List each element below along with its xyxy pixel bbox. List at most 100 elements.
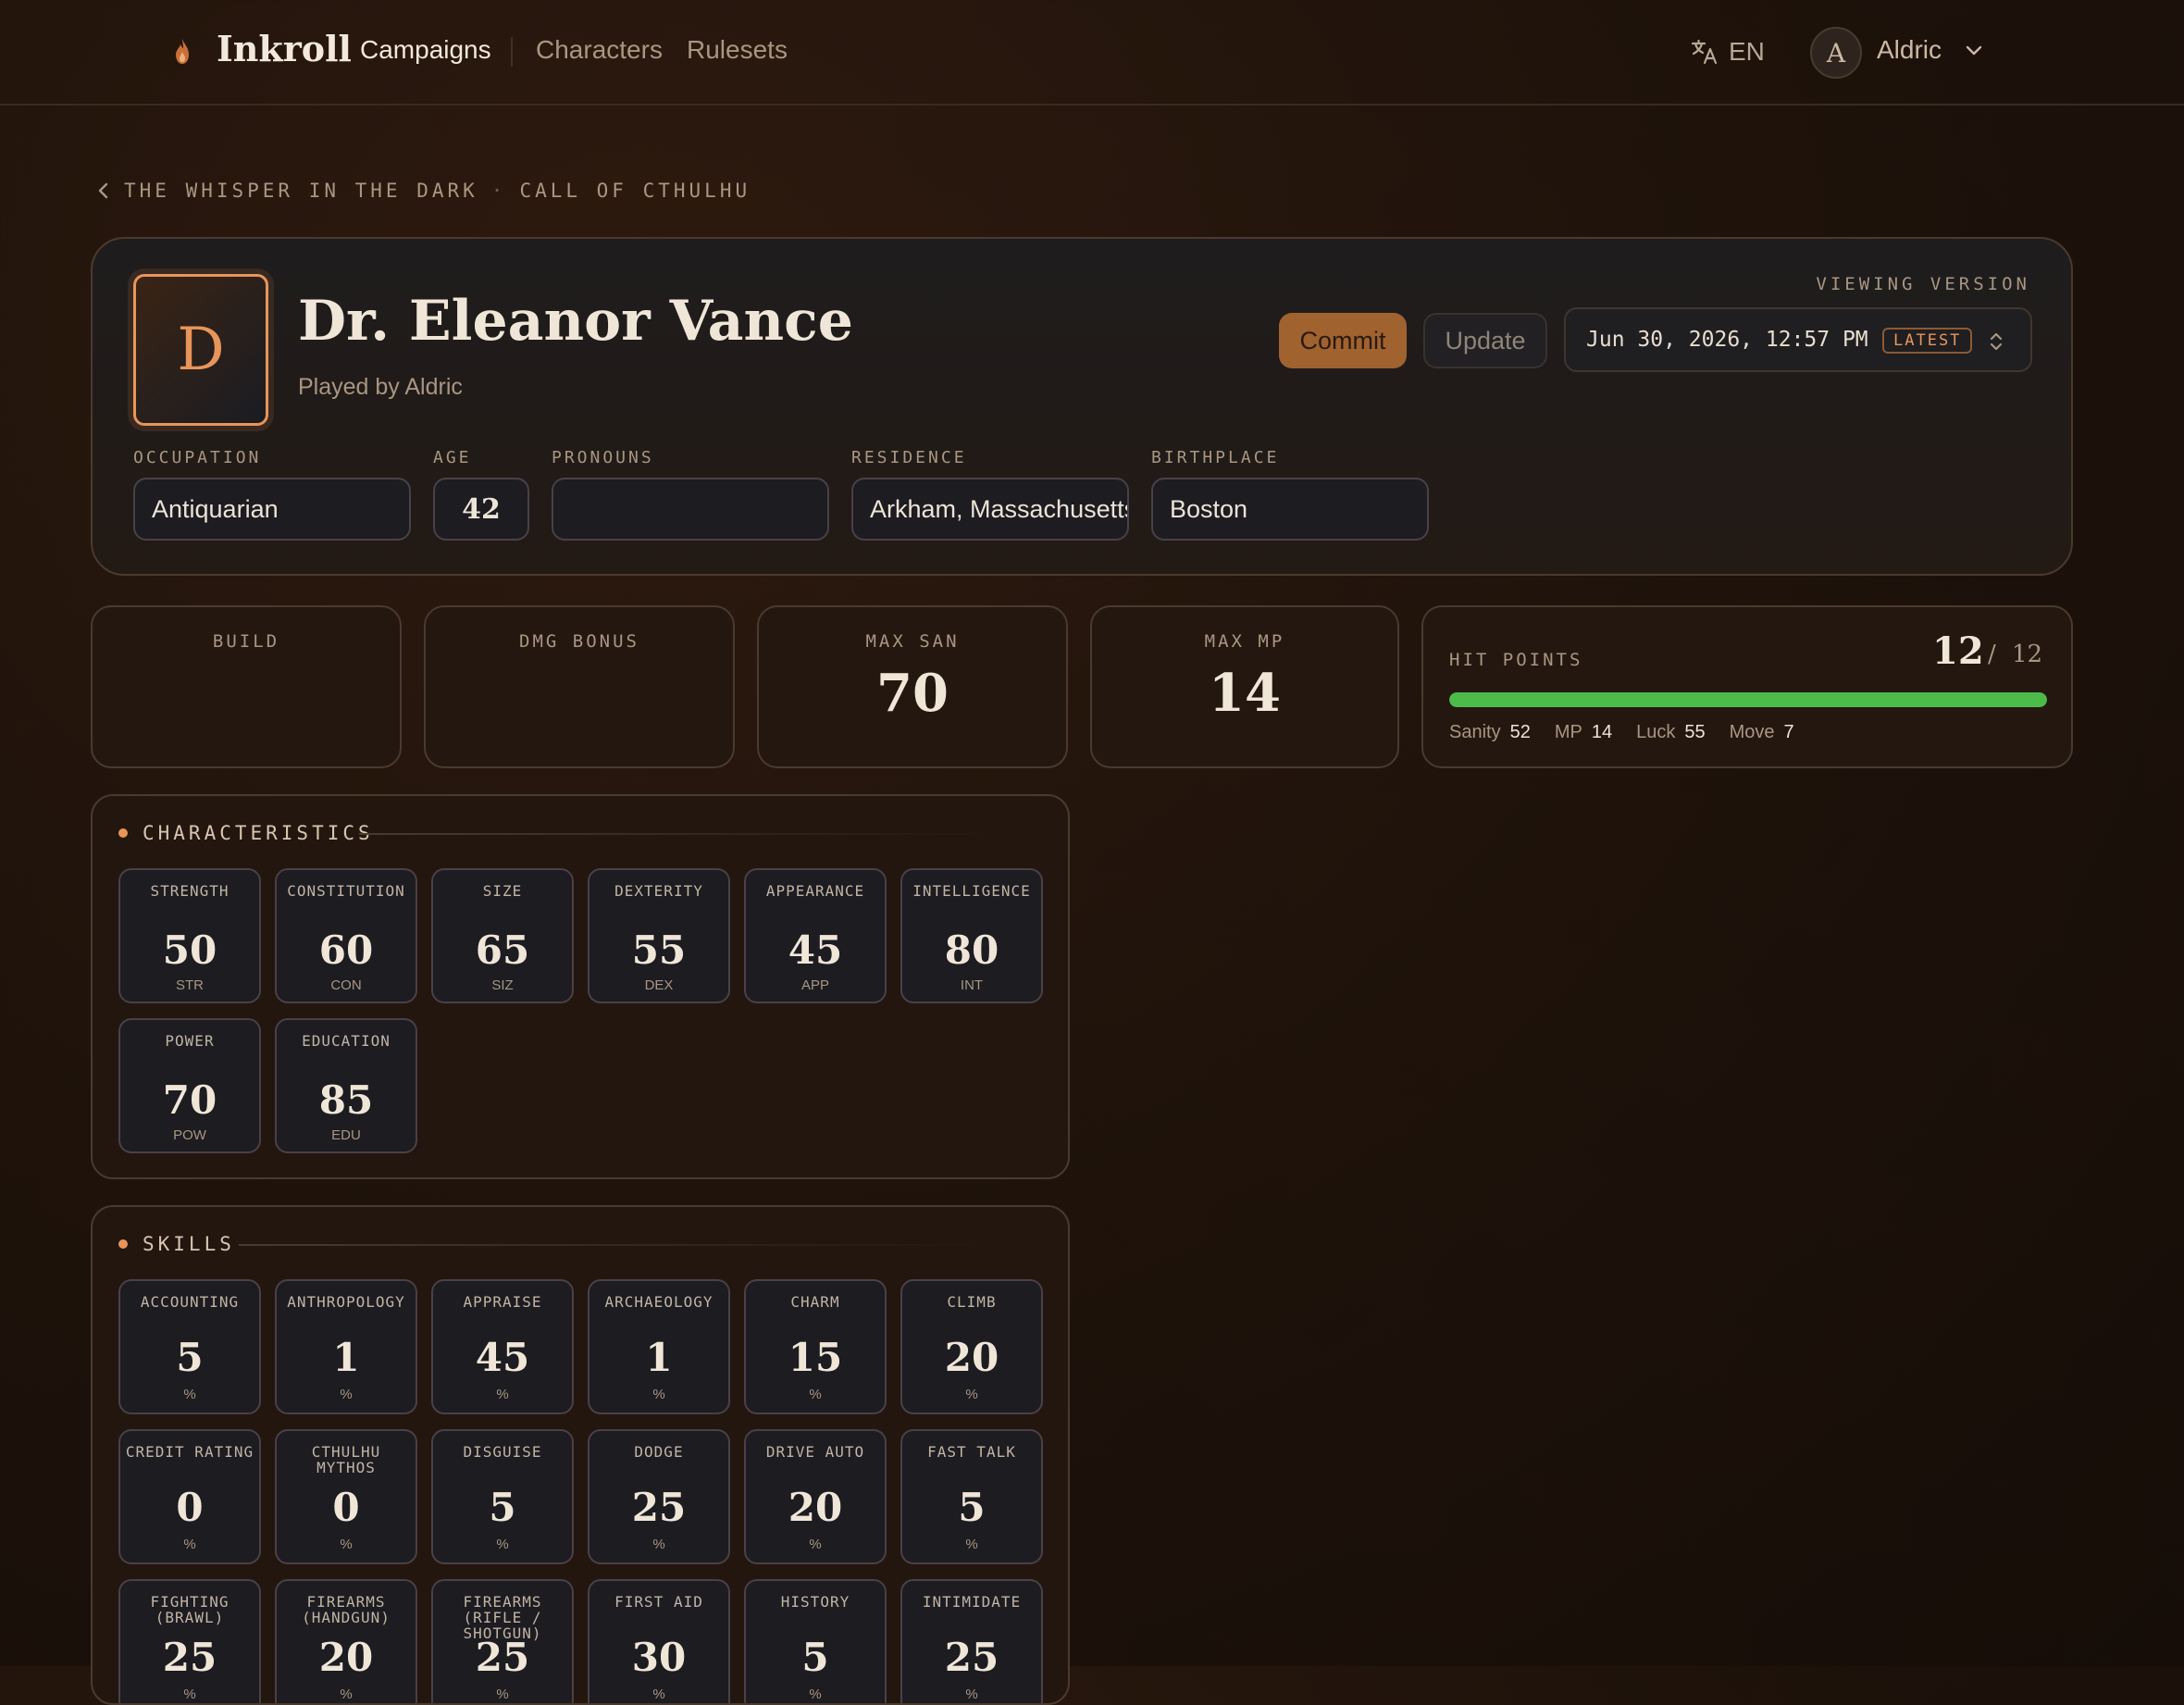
- skill-tile-archaeology[interactable]: ARCHAEOLOGY 1%: [588, 1279, 730, 1414]
- chevron-left-icon[interactable]: [96, 181, 111, 200]
- skill-tile-climb[interactable]: CLIMB 20%: [900, 1279, 1043, 1414]
- skill-value: 5: [801, 1635, 829, 1680]
- skill-tile-fast-talk[interactable]: FAST TALK 5%: [900, 1429, 1043, 1564]
- skill-tile-drive-auto[interactable]: DRIVE AUTO 20%: [744, 1429, 887, 1564]
- skill-tile-accounting[interactable]: ACCOUNTING 5%: [118, 1279, 261, 1414]
- skill-tile-intimidate[interactable]: INTIMIDATE 25%: [900, 1579, 1043, 1703]
- breadcrumb-system-link[interactable]: CALL OF CTHULHU: [519, 180, 751, 202]
- skill-tile-dodge[interactable]: DODGE 25%: [588, 1429, 730, 1564]
- characteristic-tile-str[interactable]: STRENGTH 50 STR: [118, 868, 261, 1003]
- skill-unit: %: [652, 1686, 665, 1702]
- characteristic-tile-pow[interactable]: POWER 70 POW: [118, 1018, 261, 1153]
- characteristic-abbr: POW: [173, 1127, 206, 1143]
- skill-tile-credit-rating[interactable]: CREDIT RATING 0%: [118, 1429, 261, 1564]
- birthplace-label: BIRTHPLACE: [1151, 448, 1280, 467]
- skill-value: 15: [788, 1335, 843, 1380]
- version-select[interactable]: Jun 30, 2026, 12:57 PM LATEST: [1564, 307, 2032, 372]
- skill-name: CLIMB: [947, 1293, 997, 1311]
- characteristic-value: 85: [318, 1077, 374, 1123]
- skill-tile-history[interactable]: HISTORY 5%: [744, 1579, 887, 1703]
- breadcrumb: THE WHISPER IN THE DARK · CALL OF CTHULH…: [96, 180, 751, 202]
- skill-value: 25: [944, 1635, 999, 1680]
- skill-name: CREDIT RATING: [125, 1443, 254, 1461]
- characteristic-tile-app[interactable]: APPEARANCE 45 APP: [744, 868, 887, 1003]
- nav-campaigns[interactable]: Campaigns: [360, 35, 491, 65]
- characteristic-tile-dex[interactable]: DEXTERITY 55 DEX: [588, 868, 730, 1003]
- skill-name: FIREARMS (HANDGUN): [302, 1593, 391, 1626]
- hit-points-bar-fill: [1449, 692, 2047, 707]
- up-down-chevron-icon: [1990, 332, 2003, 351]
- characteristic-name: INTELLIGENCE: [912, 882, 1031, 900]
- luck-label: Luck: [1636, 722, 1676, 742]
- build-card: BUILD: [91, 605, 402, 768]
- skills-header: SKILLS: [118, 1233, 235, 1255]
- chevron-down-icon[interactable]: [1962, 39, 1986, 63]
- user-menu-name[interactable]: Aldric: [1877, 35, 1942, 65]
- skill-tile-firearms-handgun[interactable]: FIREARMS (HANDGUN) 20%: [275, 1579, 417, 1703]
- brand-name[interactable]: Inkroll: [217, 28, 352, 69]
- characteristic-tile-con[interactable]: CONSTITUTION 60 CON: [275, 868, 417, 1003]
- skill-unit: %: [183, 1686, 196, 1702]
- skill-value: 0: [332, 1485, 360, 1530]
- character-portrait[interactable]: D: [133, 274, 268, 426]
- birthplace-field[interactable]: Boston: [1151, 478, 1429, 541]
- skill-unit: %: [496, 1686, 509, 1702]
- skill-tile-firearms-rifle-shotgun[interactable]: FIREARMS (RIFLE / SHOTGUN) 25%: [431, 1579, 574, 1703]
- skill-unit: %: [340, 1537, 353, 1552]
- max-sanity-label: MAX SAN: [865, 631, 960, 652]
- age-field[interactable]: 42: [433, 478, 529, 541]
- flame-icon[interactable]: [172, 37, 192, 67]
- skill-value: 1: [332, 1335, 360, 1380]
- nav-divider: [511, 37, 513, 67]
- skill-value: 0: [176, 1485, 204, 1530]
- skill-unit: %: [340, 1686, 353, 1702]
- nav-rulesets[interactable]: Rulesets: [687, 35, 788, 65]
- skill-unit: %: [652, 1387, 665, 1402]
- skill-tile-first-aid[interactable]: FIRST AID 30%: [588, 1579, 730, 1703]
- skill-tile-charm[interactable]: CHARM 15%: [744, 1279, 887, 1414]
- skill-value: 1: [645, 1335, 673, 1380]
- occupation-field[interactable]: Antiquarian: [133, 478, 411, 541]
- sanity-label: Sanity: [1449, 722, 1501, 742]
- skill-unit: %: [809, 1537, 822, 1552]
- nav-characters[interactable]: Characters: [536, 35, 663, 65]
- characteristic-name: EDUCATION: [302, 1032, 391, 1050]
- skill-tile-appraise[interactable]: APPRAISE 45%: [431, 1279, 574, 1414]
- characteristic-tile-int[interactable]: INTELLIGENCE 80 INT: [900, 868, 1043, 1003]
- breadcrumb-campaign-link[interactable]: THE WHISPER IN THE DARK: [124, 180, 478, 202]
- residence-label: RESIDENCE: [851, 448, 967, 467]
- latest-badge: LATEST: [1882, 328, 1973, 354]
- skill-tile-fighting-brawl[interactable]: FIGHTING (BRAWL) 25%: [118, 1579, 261, 1703]
- skill-value: 25: [162, 1635, 217, 1680]
- skill-unit: %: [965, 1537, 978, 1552]
- skill-tile-disguise[interactable]: DISGUISE 5%: [431, 1429, 574, 1564]
- skill-unit: %: [809, 1387, 822, 1402]
- characteristic-tile-edu[interactable]: EDUCATION 85 EDU: [275, 1018, 417, 1153]
- residence-field[interactable]: Arkham, Massachusetts: [851, 478, 1129, 541]
- breadcrumb-separator: ·: [490, 180, 507, 202]
- skill-unit: %: [652, 1537, 665, 1552]
- skill-name: HISTORY: [780, 1593, 850, 1611]
- characteristic-value: 50: [162, 927, 217, 973]
- skill-name: FIGHTING (BRAWL): [150, 1593, 230, 1626]
- skill-value: 20: [944, 1335, 999, 1380]
- language-switcher[interactable]: EN: [1690, 33, 1765, 70]
- skill-value: 25: [631, 1485, 687, 1530]
- skill-tile-anthropology[interactable]: ANTHROPOLOGY 1%: [275, 1279, 417, 1414]
- move-label: Move: [1729, 722, 1775, 742]
- section-dot: [118, 1239, 128, 1249]
- skill-value: 5: [489, 1485, 516, 1530]
- characteristic-name: STRENGTH: [150, 882, 230, 900]
- avatar[interactable]: A: [1810, 27, 1862, 79]
- age-label: AGE: [433, 448, 472, 467]
- skill-name: ANTHROPOLOGY: [287, 1293, 405, 1311]
- pronouns-field[interactable]: [552, 478, 829, 541]
- skill-value: 45: [475, 1335, 530, 1380]
- commit-button[interactable]: Commit: [1279, 313, 1407, 368]
- version-date: Jun 30, 2026, 12:57 PM: [1586, 328, 1868, 352]
- build-label: BUILD: [212, 631, 280, 652]
- skill-tile-cthulhu-mythos[interactable]: CTHULHU MYTHOS 0%: [275, 1429, 417, 1564]
- characteristic-tile-siz[interactable]: SIZE 65 SIZ: [431, 868, 574, 1003]
- update-button[interactable]: Update: [1423, 313, 1547, 368]
- skill-unit: %: [496, 1387, 509, 1402]
